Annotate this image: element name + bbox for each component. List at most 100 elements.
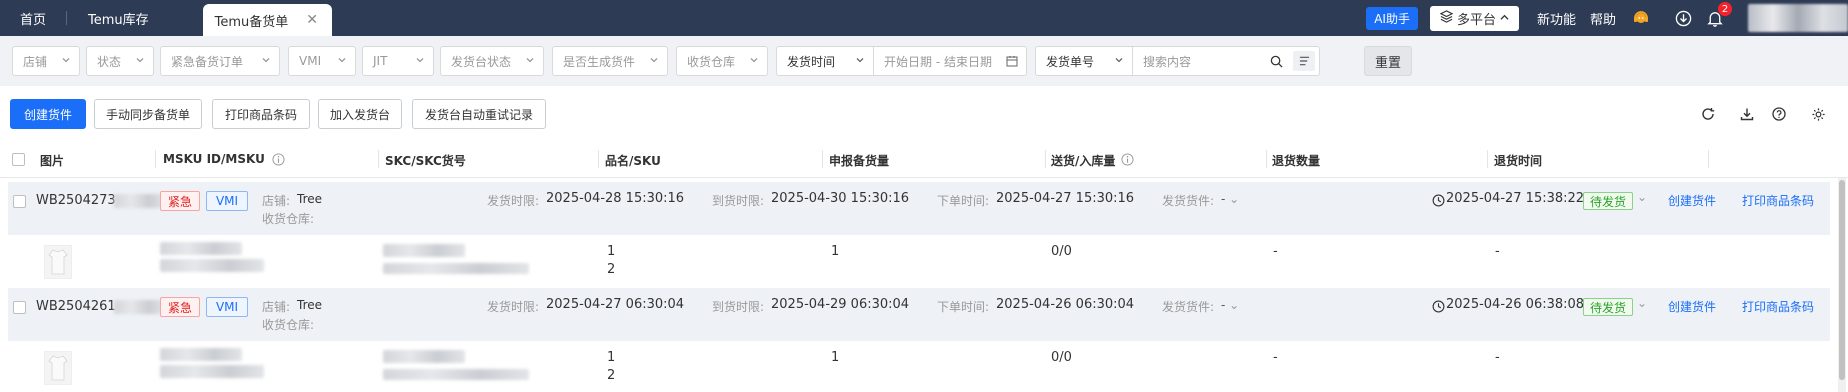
redacted-skc-no — [383, 263, 529, 274]
status-filter-label: 状态 — [97, 54, 122, 69]
reset-button[interactable]: 重置 — [1364, 46, 1412, 76]
chevron-down-icon — [62, 58, 70, 63]
platform-label: 多平台 — [1456, 12, 1496, 28]
chevron-down-icon[interactable]: ⌄ — [1637, 296, 1647, 310]
bell-icon[interactable]: 2 — [1706, 2, 1732, 27]
user-avatar[interactable] — [1748, 4, 1848, 32]
chevron-down-icon — [856, 58, 864, 63]
warehouse-label: 收货仓库: — [262, 318, 315, 332]
order-row[interactable]: WB2504273 紧急 VMI 店铺: Tree 收货仓库: 发货时限: 20… — [8, 182, 1830, 235]
clock-icon — [1432, 300, 1445, 313]
col-skc: SKC/SKC货号 — [385, 154, 466, 168]
download-circle-icon[interactable] — [1674, 9, 1692, 27]
ship-deadline-label: 发货时限: — [487, 194, 540, 208]
print-barcode-link[interactable]: 打印商品条码 — [1742, 192, 1814, 209]
col-return-time: 退货时间 — [1494, 154, 1543, 168]
calendar-icon — [1006, 56, 1018, 67]
status-badge: 待发货 — [1583, 298, 1633, 316]
info-icon — [1121, 153, 1134, 166]
product-thumbnail[interactable] — [44, 351, 72, 385]
redacted-msku-id — [160, 348, 242, 361]
ship-desk-status-label: 发货台状态 — [451, 54, 512, 69]
delivered-qty: 0/0 — [1051, 244, 1072, 259]
warehouse-filter-label: 收货仓库 — [687, 54, 736, 69]
close-icon[interactable]: ✕ — [306, 12, 318, 28]
ship-deadline-value: 2025-04-27 06:30:04 — [546, 297, 685, 312]
warehouse-filter[interactable]: 收货仓库 — [676, 46, 768, 76]
status-filter[interactable]: 状态 — [86, 46, 154, 76]
new-features-link[interactable]: 新功能 — [1537, 9, 1576, 28]
support-agent-icon[interactable] — [1632, 9, 1650, 27]
create-shipment-link[interactable]: 创建货件 — [1668, 192, 1716, 209]
order-time-value: 2025-04-27 15:30:16 — [996, 191, 1135, 206]
ship-cargo-value[interactable]: - ⌄ — [1221, 192, 1239, 206]
order-time-label: 下单时间: — [937, 300, 990, 314]
shop-label: 店铺: — [262, 194, 291, 208]
shop-value: Tree — [297, 298, 323, 312]
jit-filter[interactable]: JIT — [362, 46, 434, 76]
search-icon[interactable] — [1270, 55, 1283, 68]
chevron-down-icon: ⌄ — [1229, 192, 1240, 206]
chevron-down-icon: ⌄ — [1229, 298, 1240, 312]
shop-filter-label: 店铺 — [23, 54, 48, 69]
sku-qty-2: 2 — [607, 368, 616, 383]
chevron-down-icon — [136, 58, 144, 63]
chevron-down-icon — [750, 58, 758, 63]
sku-qty-2: 2 — [607, 262, 616, 277]
delivered-qty: 0/0 — [1051, 350, 1072, 365]
create-shipment-link[interactable]: 创建货件 — [1668, 298, 1716, 315]
chevron-down-icon — [262, 58, 270, 63]
tab-temu-inventory[interactable]: Temu库存 — [66, 0, 171, 36]
tab-temu-stock-orders[interactable]: Temu备货单 ✕ — [202, 4, 333, 36]
tab-home[interactable]: 首页 — [0, 0, 66, 36]
platform-switch-button[interactable]: 多平台 — [1429, 5, 1519, 31]
shop-filter[interactable]: 店铺 — [12, 46, 80, 76]
ship-desk-status-filter[interactable]: 发货台状态 — [440, 46, 544, 76]
row-checkbox[interactable] — [13, 195, 26, 208]
scrollbar-thumb[interactable] — [1839, 180, 1845, 380]
refresh-icon[interactable] — [1699, 105, 1717, 123]
col-msku: MSKU ID/MSKU — [163, 152, 265, 166]
jit-filter-label: JIT — [373, 54, 388, 68]
status-badge: 待发货 — [1583, 192, 1633, 210]
urgent-order-filter[interactable]: 紧急备货订单 — [160, 46, 280, 76]
ship-time-label: 发货时间 — [787, 54, 836, 69]
advanced-search-icon[interactable] — [1293, 51, 1315, 71]
row-checkbox[interactable] — [13, 301, 26, 314]
select-all-checkbox[interactable] — [12, 153, 25, 166]
help-link[interactable]: 帮助 — [1590, 9, 1616, 28]
return-time: - — [1495, 350, 1500, 365]
product-thumbnail[interactable] — [44, 245, 72, 279]
order-row[interactable]: WB2504261 紧急 VMI 店铺: Tree 收货仓库: 发货时限: 20… — [8, 288, 1830, 341]
order-time-value: 2025-04-26 06:30:04 — [996, 297, 1135, 312]
layers-icon — [1439, 9, 1454, 27]
status-time: 2025-04-26 06:38:08 — [1446, 297, 1585, 312]
search-input[interactable]: 搜索内容 — [1132, 46, 1320, 76]
ship-time-select[interactable]: 发货时间 — [776, 46, 874, 76]
print-barcode-button[interactable]: 打印商品条码 — [212, 99, 310, 129]
sync-orders-button[interactable]: 手动同步备货单 — [94, 99, 202, 129]
print-barcode-link[interactable]: 打印商品条码 — [1742, 298, 1814, 315]
date-range-input[interactable]: 开始日期 - 结束日期 — [873, 46, 1027, 76]
clock-icon — [1432, 194, 1445, 207]
download-icon[interactable] — [1738, 105, 1756, 123]
add-to-ship-desk-button[interactable]: 加入发货台 — [318, 99, 402, 129]
arrive-deadline-value: 2025-04-29 06:30:04 — [771, 297, 910, 312]
ship-cargo-value[interactable]: - ⌄ — [1221, 298, 1239, 312]
ship-no-select[interactable]: 发货单号 — [1035, 46, 1133, 76]
auto-retry-log-button[interactable]: 发货台自动重试记录 — [412, 99, 546, 129]
settings-gear-icon[interactable] — [1809, 105, 1827, 123]
vmi-filter[interactable]: VMI — [288, 46, 356, 76]
ship-deadline-value: 2025-04-28 15:30:16 — [546, 191, 685, 206]
warehouse-label: 收货仓库: — [262, 212, 315, 226]
ai-assistant-button[interactable]: AI助手 — [1366, 6, 1418, 30]
generated-cargo-filter[interactable]: 是否生成货件 — [552, 46, 668, 76]
redacted-msku — [160, 259, 264, 272]
create-shipment-button[interactable]: 创建货件 — [10, 99, 86, 129]
return-time: - — [1495, 244, 1500, 259]
help-circle-icon[interactable] — [1770, 105, 1788, 123]
return-qty: - — [1273, 244, 1278, 259]
vertical-scrollbar[interactable] — [1838, 178, 1846, 392]
chevron-down-icon — [338, 58, 346, 63]
chevron-down-icon[interactable]: ⌄ — [1637, 190, 1647, 204]
